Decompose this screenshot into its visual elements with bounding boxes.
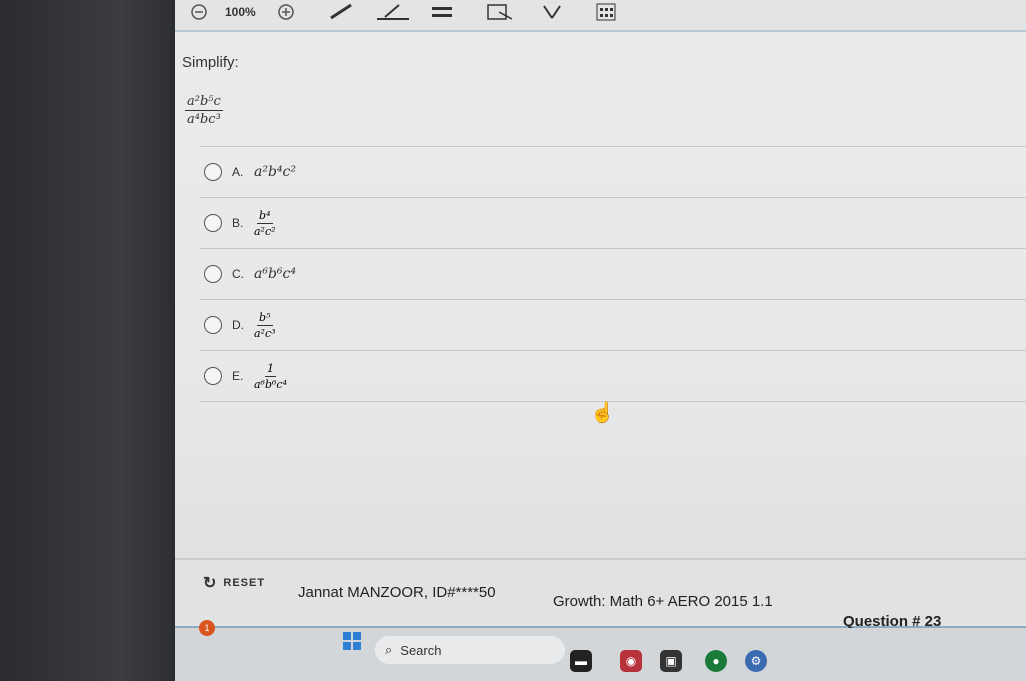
option-a[interactable]: A. a²b⁴c²	[200, 146, 1026, 197]
zoom-in-button[interactable]	[277, 2, 295, 22]
photos-icon[interactable]: ▣	[660, 650, 682, 672]
start-icon-tile	[343, 632, 351, 640]
option-fraction: b⁵ a²c³	[254, 311, 276, 340]
option-c[interactable]: C. a⁶b⁶c⁴	[200, 248, 1026, 299]
problem-numerator: a²b⁵c	[185, 94, 223, 111]
option-denominator: a⁶b⁶c⁴	[254, 377, 287, 391]
windows-start-button[interactable]	[343, 632, 361, 650]
plus-circle-icon	[278, 4, 294, 20]
search-label: Search	[400, 642, 442, 658]
option-b[interactable]: B. b⁴ a²c²	[200, 197, 1026, 248]
option-letter: E.	[232, 369, 244, 383]
student-name: Jannat MANZOOR, ID#****50	[298, 584, 496, 601]
course-name: Growth: Math 6+ AERO 2015 1.1	[553, 593, 773, 610]
app-icon[interactable]: ◉	[620, 650, 642, 672]
calculator-button[interactable]	[595, 2, 617, 22]
minus-circle-icon	[191, 4, 207, 20]
option-numerator: 1	[265, 361, 276, 377]
radio-button[interactable]	[204, 163, 222, 181]
radio-button[interactable]	[204, 214, 222, 232]
option-letter: B.	[232, 216, 244, 230]
problem-fraction: a²b⁵c a⁴bc³	[185, 94, 223, 127]
reset-button[interactable]: ↻ RESET	[203, 573, 265, 593]
highlighter-tool-button[interactable]	[375, 2, 411, 22]
option-denominator: a²c²	[254, 224, 276, 238]
line-reader-icon	[432, 7, 452, 17]
pen-tool-button[interactable]	[327, 2, 355, 22]
file-explorer-icon[interactable]: ▬	[570, 650, 592, 672]
option-fraction: b⁴ a²c²	[254, 209, 276, 238]
option-letter: D.	[232, 318, 244, 332]
taskbar	[175, 628, 1026, 681]
start-icon-tile	[353, 642, 361, 650]
test-footer: ↻ RESET Jannat MANZOOR, ID#****50 Growth…	[175, 558, 1026, 630]
eliminate-tool-button[interactable]	[485, 2, 515, 22]
option-fraction: 1 a⁶b⁶c⁴	[254, 362, 287, 391]
settings-icon[interactable]: ⚙	[745, 650, 767, 672]
screen: 100% Simplify: a²b⁵c a⁴bc³ A. a²b⁴c² B. …	[175, 0, 1026, 681]
zoom-level: 100%	[225, 5, 256, 19]
reset-icon: ↻	[203, 575, 218, 592]
problem-expression: a²b⁵c a⁴bc³	[185, 93, 223, 127]
option-d[interactable]: D. b⁵ a²c³	[200, 299, 1026, 350]
compass-icon	[543, 5, 561, 19]
answer-options: A. a²b⁴c² B. b⁴ a²c² C. a⁶b⁶c⁴ D. b⁵ a²c…	[200, 146, 1026, 402]
pen-icon	[330, 3, 352, 20]
compass-tool-button[interactable]	[540, 2, 564, 22]
search-icon: ⌕	[385, 642, 393, 657]
eliminator-icon	[487, 4, 513, 20]
reset-label: RESET	[223, 577, 266, 589]
option-expression: a⁶b⁶c⁴	[254, 266, 296, 282]
highlighter-icon	[377, 4, 409, 20]
toolbar: 100%	[175, 0, 1026, 32]
question-prompt: Simplify:	[182, 54, 239, 71]
browser-icon[interactable]: ●	[705, 650, 727, 672]
option-e[interactable]: E. 1 a⁶b⁶c⁴	[200, 350, 1026, 402]
line-tool-button[interactable]	[430, 2, 454, 22]
start-icon-tile	[353, 632, 361, 640]
calculator-icon	[596, 3, 616, 21]
taskbar-search[interactable]: ⌕ Search	[375, 636, 565, 664]
hand-cursor-icon: ☝	[590, 402, 615, 424]
option-expression: a²b⁴c²	[254, 164, 296, 180]
option-letter: A.	[232, 165, 244, 179]
radio-button[interactable]	[204, 316, 222, 334]
option-numerator: b⁵	[257, 310, 273, 326]
problem-denominator: a⁴bc³	[187, 112, 221, 127]
radio-button[interactable]	[204, 265, 222, 283]
start-icon-tile	[343, 642, 351, 650]
zoom-out-button[interactable]	[190, 2, 208, 22]
notification-badge[interactable]: 1	[199, 620, 215, 636]
radio-button[interactable]	[204, 367, 222, 385]
option-letter: C.	[232, 267, 244, 281]
option-numerator: b⁴	[257, 208, 273, 224]
option-denominator: a²c³	[254, 326, 276, 340]
